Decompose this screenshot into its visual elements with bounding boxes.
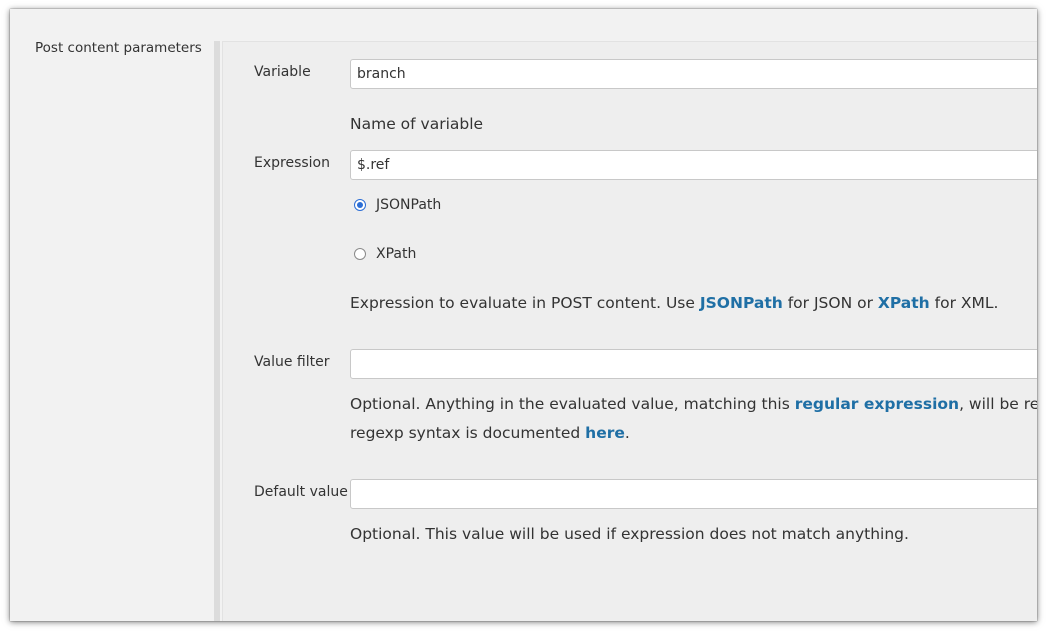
jsonpath-radio-label: JSONPath [376, 197, 442, 213]
default-value-help: Optional. This value will be used if exp… [350, 525, 909, 543]
jsonpath-link[interactable]: JSONPath [700, 294, 783, 312]
xpath-radio-option[interactable]: XPath [354, 246, 416, 262]
variable-label: Variable [254, 64, 311, 80]
variable-input[interactable] [350, 59, 1037, 89]
expression-help-suffix: for XML. [929, 294, 999, 312]
variable-help: Name of variable [350, 115, 484, 133]
section-indent-bar [214, 41, 220, 621]
xpath-link[interactable]: XPath [878, 294, 930, 312]
default-value-label: Default value [254, 484, 348, 500]
value-filter-help-suffix: , will be removed. I [959, 395, 1037, 413]
config-window: Post content parameters Variable Name of… [10, 9, 1037, 621]
expression-help-prefix: Expression to evaluate in POST content. … [350, 294, 700, 312]
expression-input[interactable] [350, 150, 1037, 180]
jsonpath-radio-option[interactable]: JSONPath [354, 197, 441, 213]
value-filter-label: Value filter [254, 354, 330, 370]
regexp-help-suffix: . [624, 424, 630, 442]
here-link[interactable]: here [585, 424, 625, 442]
jsonpath-radio[interactable] [354, 199, 366, 211]
expression-help-mid: for JSON or [782, 294, 878, 312]
value-filter-help-prefix: Optional. Anything in the evaluated valu… [350, 395, 795, 413]
regular-expression-link[interactable]: regular expression [795, 395, 959, 413]
expression-label: Expression [254, 155, 330, 171]
regexp-help-prefix: regexp syntax is documented [350, 424, 586, 442]
default-value-input[interactable] [350, 479, 1037, 509]
xpath-radio[interactable] [354, 248, 366, 260]
value-filter-input[interactable] [350, 349, 1037, 379]
xpath-radio-label: XPath [376, 246, 417, 262]
value-filter-help-line2: regexp syntax is documented here. [350, 419, 630, 448]
expression-help: Expression to evaluate in POST content. … [350, 289, 998, 318]
value-filter-help-line1: Optional. Anything in the evaluated valu… [350, 390, 1037, 419]
section-title: Post content parameters [35, 40, 202, 56]
